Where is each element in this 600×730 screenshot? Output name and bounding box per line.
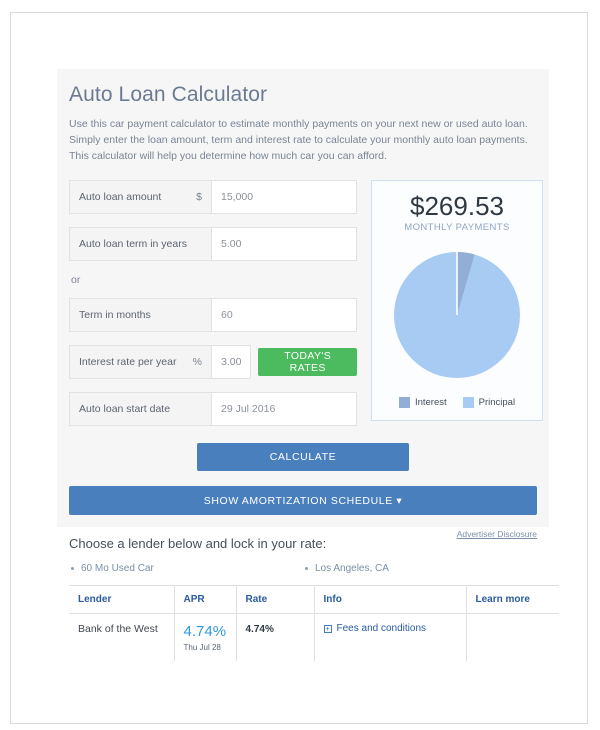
pie-chart-svg: [394, 252, 520, 378]
start-date-input[interactable]: 29 Jul 2016: [212, 393, 356, 425]
apr-value: 4.74%: [183, 623, 227, 640]
apr-date: Thu Jul 28: [183, 643, 221, 652]
currency-symbol-icon: $: [196, 191, 202, 203]
column-header-apr: APR: [174, 585, 237, 614]
legend-item-principal: Principal: [462, 397, 516, 408]
legend-label-interest: Interest: [414, 397, 447, 408]
start-date-field[interactable]: Auto loan start date 29 Jul 2016: [69, 392, 357, 426]
cell-info: + Fees and conditions: [314, 613, 467, 661]
interest-rate-label-cell: Interest rate per year %: [70, 346, 212, 378]
bullet-icon: [305, 567, 308, 570]
column-header-learn-more: Learn more: [466, 585, 559, 614]
loan-amount-label-cell: Auto loan amount $: [70, 181, 212, 213]
page-frame: Auto Loan Calculator Use this car paymen…: [10, 12, 588, 724]
page-title: Auto Loan Calculator: [69, 83, 268, 106]
column-header-rate: Rate: [236, 585, 315, 614]
interest-rate-field[interactable]: Interest rate per year % 3.00: [69, 345, 252, 379]
interest-rate-label: Interest rate per year: [79, 356, 177, 368]
advertiser-disclosure-link[interactable]: Advertiser Disclosure: [457, 529, 537, 539]
monthly-payment-amount: $269.53: [410, 191, 504, 221]
todays-rates-button[interactable]: TODAY'S RATES: [258, 348, 357, 376]
start-date-label-cell: Auto loan start date: [70, 393, 212, 425]
cell-apr: 4.74% Thu Jul 28: [174, 613, 237, 661]
lender-section: Advertiser Disclosure Choose a lender be…: [57, 519, 559, 661]
term-months-label: Term in months: [79, 309, 151, 321]
loan-term-years-field[interactable]: Auto loan term in years 5.00: [69, 227, 357, 261]
cell-learn-more[interactable]: [466, 613, 559, 661]
loan-amount-field[interactable]: Auto loan amount $ 15,000: [69, 180, 357, 214]
results-column: $269.53 MONTHLY PAYMENTS Interest Princi…: [371, 180, 543, 421]
bullet-icon: [71, 567, 74, 570]
column-header-lender: Lender: [69, 585, 175, 614]
criteria-item-term[interactable]: 60 Mo Used Car: [69, 563, 303, 574]
fees-and-conditions-toggle[interactable]: + Fees and conditions: [323, 623, 466, 634]
interest-rate-input[interactable]: 3.00: [212, 346, 251, 378]
expand-plus-icon: +: [323, 624, 332, 633]
criteria-label-term: 60 Mo Used Car: [81, 563, 154, 574]
or-separator-label: or: [71, 274, 81, 286]
criteria-item-location[interactable]: Los Angeles, CA: [303, 563, 537, 574]
start-date-label: Auto loan start date: [79, 403, 171, 415]
calculator-body: Auto loan amount $ 15,000 Auto loan term…: [69, 180, 543, 439]
column-header-info: Info: [314, 585, 467, 614]
cell-lender-name: Bank of the West: [69, 613, 175, 661]
chart-legend: Interest Principal: [380, 397, 534, 408]
term-months-label-cell: Term in months: [70, 299, 212, 331]
term-months-input[interactable]: 60: [212, 299, 356, 331]
percent-symbol-icon: %: [192, 356, 202, 368]
table-row[interactable]: Bank of the West 4.74% Thu Jul 28 4.74% …: [69, 613, 559, 661]
monthly-payment-caption: MONTHLY PAYMENTS: [404, 222, 510, 233]
term-months-field[interactable]: Term in months 60: [69, 298, 357, 332]
calculate-button[interactable]: CALCULATE: [197, 443, 409, 471]
loan-term-years-input[interactable]: 5.00: [212, 228, 356, 260]
legend-swatch-principal: [462, 397, 474, 408]
loan-term-years-label: Auto loan term in years: [79, 238, 187, 250]
legend-swatch-interest: [398, 397, 410, 408]
rate-value: 4.74%: [245, 624, 274, 635]
interest-rate-row: Interest rate per year % 3.00 TODAY'S RA…: [69, 345, 357, 379]
legend-label-principal: Principal: [478, 397, 516, 408]
table-header-row: Lender APR Rate Info Learn more: [69, 585, 559, 614]
lenders-table: Lender APR Rate Info Learn more Bank of …: [69, 585, 559, 661]
legend-item-interest: Interest: [398, 397, 447, 408]
criteria-label-location: Los Angeles, CA: [315, 563, 389, 574]
calculator-card: Auto Loan Calculator Use this car paymen…: [57, 69, 549, 527]
results-panel: $269.53 MONTHLY PAYMENTS Interest Princi…: [371, 180, 543, 421]
lender-criteria-list: 60 Mo Used Car Los Angeles, CA: [69, 563, 537, 574]
loan-form: Auto loan amount $ 15,000 Auto loan term…: [69, 180, 357, 439]
cell-rate: 4.74%: [236, 613, 315, 661]
show-amortization-schedule-button[interactable]: SHOW AMORTIZATION SCHEDULE ▾: [69, 486, 537, 515]
payment-breakdown-chart: [380, 249, 534, 381]
fees-and-conditions-label: Fees and conditions: [336, 623, 427, 634]
page-description: Use this car payment calculator to estim…: [69, 118, 528, 162]
loan-term-years-label-cell: Auto loan term in years: [70, 228, 212, 260]
loan-amount-input[interactable]: 15,000: [212, 181, 356, 213]
loan-amount-label: Auto loan amount: [79, 191, 162, 203]
